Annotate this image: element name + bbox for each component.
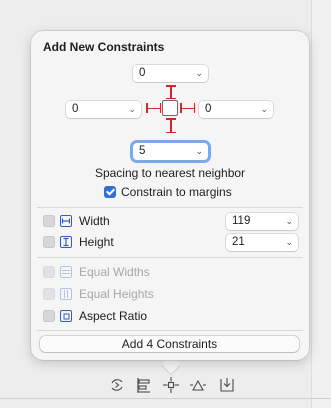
update-frames-icon[interactable]	[107, 375, 127, 395]
left-strut-cap	[146, 103, 148, 113]
top-strut-cap	[166, 85, 176, 87]
equal-heights-checkbox[interactable]	[43, 288, 55, 300]
height-checkbox[interactable]	[43, 236, 55, 248]
add-constraints-icon[interactable]	[161, 375, 181, 395]
chevron-down-icon: ⌄	[195, 146, 203, 156]
selected-view-box	[162, 100, 178, 116]
separator	[37, 330, 303, 331]
resolve-issues-icon[interactable]	[188, 375, 208, 395]
embed-in-icon[interactable]	[217, 375, 237, 395]
chevron-down-icon: ⌄	[285, 216, 293, 226]
width-field[interactable]: 119 ⌄	[226, 213, 298, 230]
height-value: 21	[232, 236, 245, 248]
chevron-down-icon: ⌄	[285, 237, 293, 247]
constrain-to-margins-label: Constrain to margins	[121, 185, 232, 199]
left-spacing-field[interactable]: 0 ⌄	[66, 101, 141, 118]
left-strut-cap	[159, 103, 161, 113]
height-label: Height	[79, 235, 114, 249]
right-spacing-value: 0	[205, 103, 212, 115]
bottom-spacing-field[interactable]: 5 ⌄	[133, 143, 208, 160]
chevron-down-icon: ⌄	[195, 68, 203, 78]
equal-widths-label: Equal Widths	[79, 265, 150, 279]
constrain-to-margins-checkbox[interactable]	[104, 186, 116, 198]
right-strut-cap	[193, 103, 195, 113]
equal-widths-checkbox[interactable]	[43, 266, 55, 278]
separator	[37, 257, 303, 258]
aspect-ratio-checkbox[interactable]	[43, 310, 55, 322]
bottom-spacing-value: 5	[139, 145, 146, 157]
width-icon	[60, 215, 72, 227]
top-spacing-value: 0	[139, 67, 146, 79]
width-checkbox[interactable]	[43, 215, 55, 227]
top-strut-cap	[166, 97, 176, 99]
right-spacing-field[interactable]: 0 ⌄	[199, 101, 273, 118]
spacing-label: Spacing to nearest neighbor	[94, 166, 246, 180]
right-gutter	[312, 0, 331, 408]
height-field[interactable]: 21 ⌄	[226, 234, 298, 251]
width-label: Width	[79, 214, 110, 228]
chevron-down-icon: ⌄	[128, 104, 136, 114]
add-constraints-button[interactable]: Add 4 Constraints	[40, 336, 299, 352]
equal-heights-label: Equal Heights	[79, 287, 154, 301]
aspect-ratio-icon	[60, 310, 72, 322]
top-spacing-field[interactable]: 0 ⌄	[133, 65, 208, 82]
height-icon	[60, 236, 72, 248]
separator	[37, 207, 303, 208]
chevron-down-icon: ⌄	[260, 104, 268, 114]
aspect-ratio-label: Aspect Ratio	[79, 309, 148, 323]
bottom-strut-cap	[166, 131, 176, 133]
bottom-strut-cap	[166, 118, 176, 120]
bottom-divider	[0, 398, 331, 399]
left-spacing-value: 0	[72, 103, 79, 115]
equal-heights-icon	[60, 288, 72, 300]
align-icon[interactable]	[134, 375, 154, 395]
popover-title: Add New Constraints	[43, 40, 165, 54]
width-value: 119	[232, 215, 251, 227]
right-strut-cap	[180, 103, 182, 113]
equal-widths-icon	[60, 266, 72, 278]
